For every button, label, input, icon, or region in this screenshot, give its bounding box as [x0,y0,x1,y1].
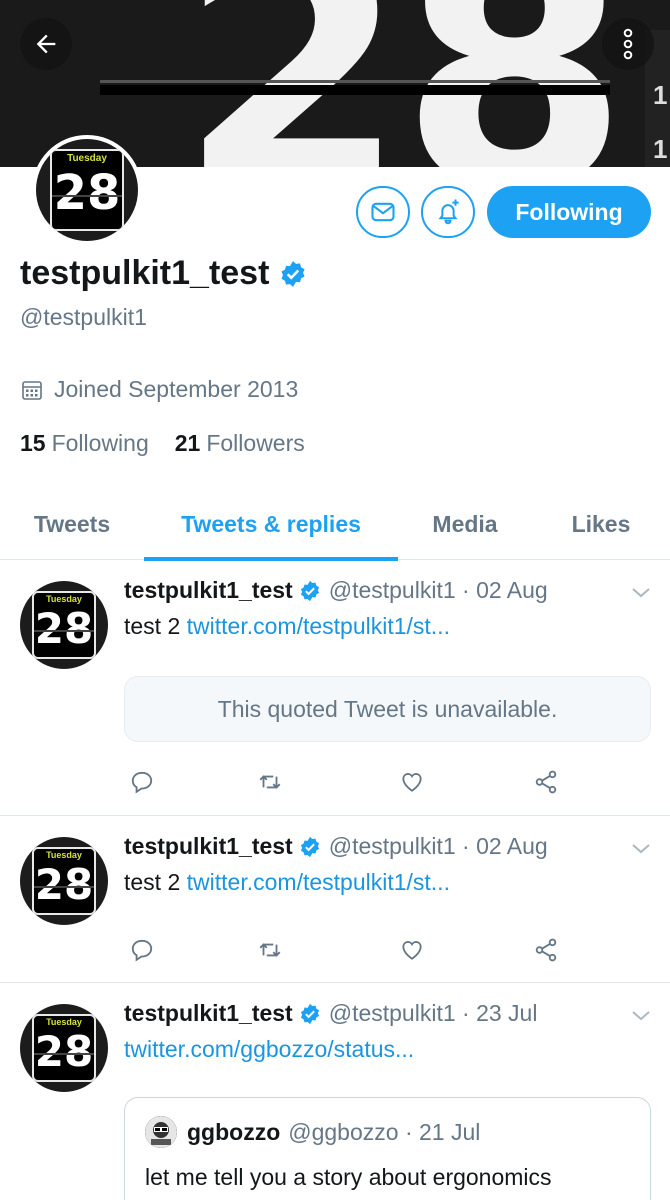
tweet-link[interactable]: twitter.com/testpulkit1/st... [187,613,450,639]
like-button[interactable] [394,764,430,800]
heart-icon [402,941,422,960]
retweet-button[interactable] [252,764,288,800]
vertical-dots-icon [623,28,633,60]
tweet[interactable]: Tuesday 28 testpulkit1_test @testpulkit1… [0,984,670,1200]
quoted-avatar [145,1116,177,1148]
tweet-text: twitter.com/ggbozzo/status... [124,1036,414,1063]
more-options-button[interactable] [602,18,654,70]
retweet-icon [259,775,281,789]
calendar-icon: Tuesday 28 [32,591,96,659]
verified-badge-icon [281,260,305,287]
share-icon [535,770,557,794]
tweet-menu-button[interactable] [630,841,652,862]
quoted-text: let me tell you a story about ergonomics [145,1164,552,1190]
envelope-icon [371,202,395,222]
tweet-header: testpulkit1_test @testpulkit1 · 02 Aug [124,577,548,604]
followers-stat[interactable]: 21 Followers [175,430,305,457]
tweet-header: testpulkit1_test @testpulkit1 · 23 Jul [124,1000,537,1027]
avatar[interactable]: Tuesday 28 [20,837,108,925]
tweet-author-name[interactable]: testpulkit1_test [124,577,293,604]
tweet-meta: @testpulkit1 · 23 Jul [328,1000,538,1026]
like-button[interactable] [394,932,430,968]
tweet-menu-button[interactable] [630,585,652,606]
tweet-header: testpulkit1_test @testpulkit1 · 02 Aug [124,833,548,860]
back-button[interactable] [20,18,72,70]
chevron-down-icon [632,1011,650,1021]
chevron-down-icon [632,588,650,598]
tab-tweets-replies[interactable]: Tweets & replies [144,488,398,561]
quoted-tweet-header: ggbozzo @ggbozzo · 21 Jul [145,1116,480,1148]
person-icon [145,1116,177,1148]
joined-date: Joined September 2013 [20,376,298,403]
tweet-author-name[interactable]: testpulkit1_test [124,1000,293,1027]
avatar[interactable]: Tuesday 28 [20,581,108,669]
tweet-meta: @testpulkit1 · 02 Aug [328,577,548,603]
tab-media[interactable]: Media [398,488,532,560]
verified-badge-icon [300,580,319,601]
profile-avatar[interactable]: Tuesday 28 [32,135,142,245]
profile-name: testpulkit1_test [20,254,307,293]
share-button[interactable] [528,932,564,968]
notifications-button[interactable] [421,186,475,238]
verified-badge-icon [300,1003,319,1024]
reply-button[interactable] [124,764,160,800]
retweet-button[interactable] [252,932,288,968]
tweet-menu-button[interactable] [630,1008,652,1029]
quoted-meta: @ggbozzo · 21 Jul [288,1118,481,1145]
verified-badge-icon [300,836,319,857]
tweet[interactable]: Tuesday 28 testpulkit1_test @testpulkit1… [0,561,670,816]
profile-handle: @testpulkit1 [20,304,147,330]
tab-likes[interactable]: Likes [532,488,670,560]
display-name: testpulkit1_test [20,254,270,292]
calendar-icon: Tuesday 28 [50,149,124,231]
arrow-left-icon [36,34,56,54]
tweet-text: test 2 twitter.com/testpulkit1/st... [124,613,450,639]
reply-icon [131,771,153,794]
bell-plus-icon [438,199,459,225]
tweet-author-name[interactable]: testpulkit1_test [124,833,293,860]
heart-icon [402,773,422,792]
following-button[interactable]: Following [487,186,651,238]
calendar-icon: Tuesday 28 [32,847,96,915]
follow-stats: 15 Following 21 Followers [20,430,305,457]
reply-button[interactable] [124,932,160,968]
share-button[interactable] [528,764,564,800]
calendar-icon: Tuesday 28 [32,1014,96,1082]
tweet-link[interactable]: twitter.com/testpulkit1/st... [187,869,450,895]
quoted-author-name: ggbozzo [187,1118,281,1145]
tab-tweets[interactable]: Tweets [0,488,144,560]
following-stat[interactable]: 15 Following [20,430,149,457]
tweet-text: test 2 twitter.com/testpulkit1/st... [124,869,450,895]
calendar-icon [22,380,42,400]
profile-tabs: Tweets Tweets & replies Media Likes [0,488,670,561]
banner-number: 28 [178,0,629,167]
retweet-icon [259,943,281,957]
avatar[interactable]: Tuesday 28 [20,1004,108,1092]
unavailable-quote: This quoted Tweet is unavailable. [124,676,651,742]
share-icon [535,938,557,962]
quoted-tweet[interactable]: ggbozzo @ggbozzo · 21 Jul let me tell yo… [124,1097,651,1200]
chevron-down-icon [632,844,650,854]
reply-icon [131,939,153,962]
tweet-link[interactable]: twitter.com/ggbozzo/status... [124,1036,414,1062]
tweet[interactable]: Tuesday 28 testpulkit1_test @testpulkit1… [0,817,670,983]
tweet-meta: @testpulkit1 · 02 Aug [328,833,548,859]
message-button[interactable] [356,186,410,238]
